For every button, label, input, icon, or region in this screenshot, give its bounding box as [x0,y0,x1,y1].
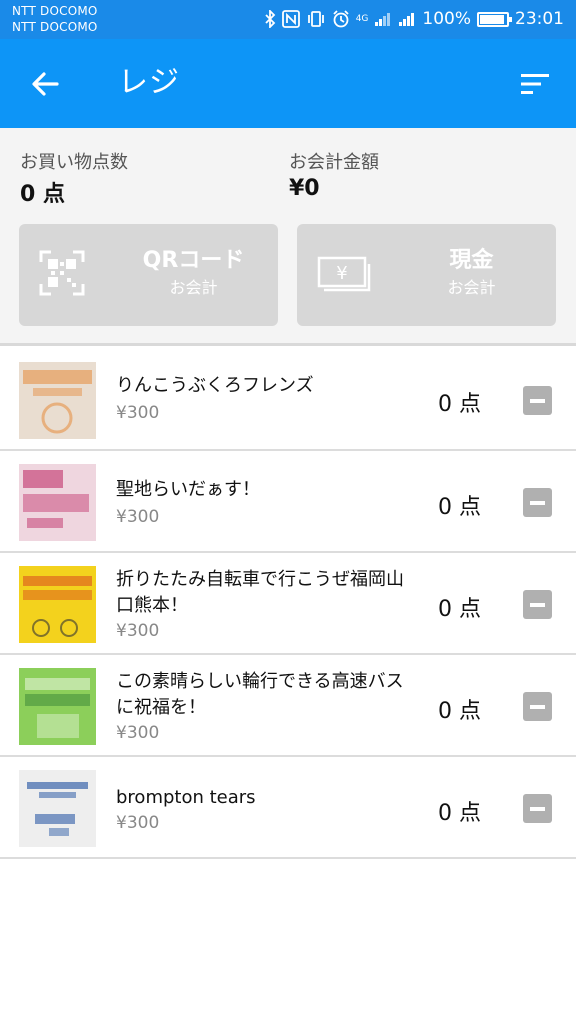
product-quantity: 0 点 [438,699,481,724]
sort-icon [521,74,549,94]
network-icon: 4G [356,9,369,29]
product-thumbnail [19,566,96,643]
carrier-2: NTT DOCOMO [12,20,98,34]
qr-payment-button[interactable]: QRコード お会計 [19,224,278,326]
order-summary: お買い物点数 0 点 お会計金額 ¥0 QRコード お会計 ¥ 現金 お会計 [0,128,576,346]
items-count-value: 0 点 [20,182,65,207]
status-icons: 4G 100% 23:01 [264,8,564,30]
product-thumbnail [19,464,96,541]
qr-payment-subtitle: お会計 [169,278,218,297]
decrement-button[interactable] [523,386,552,415]
signal-icon [374,9,392,29]
signal-icon-2 [398,9,416,29]
product-name: 折りたたみ自転車で行こうぜ福岡山口熊本！ [116,569,404,616]
minus-icon [530,500,545,505]
product-name: りんこうぶくろフレンズ [116,375,314,396]
cash-icon: ¥ [317,256,371,292]
alarm-icon [332,9,350,29]
decrement-button[interactable] [523,590,552,619]
list-item[interactable]: 聖地らいだぁす！ ¥300 0 点 [0,451,576,553]
product-thumbnail [19,362,96,439]
page-title: レジ [118,65,180,100]
product-name: この素晴らしい輪行できる高速バスに祝福を！ [116,671,404,718]
product-list: りんこうぶくろフレンズ ¥300 0 点 聖地らいだぁす！ ¥300 0 点 折… [0,349,576,859]
list-item[interactable]: 折りたたみ自転車で行こうぜ福岡山口熊本！ ¥300 0 点 [0,553,576,655]
decrement-button[interactable] [523,488,552,517]
cash-payment-button[interactable]: ¥ 現金 お会計 [297,224,556,326]
product-thumbnail [19,668,96,745]
product-price: ¥300 [116,723,160,743]
product-quantity: 0 点 [438,495,481,520]
product-name: brompton tears [116,787,256,808]
product-quantity: 0 点 [438,597,481,622]
battery-level [480,14,504,24]
total-amount-value: ¥0 [289,176,320,201]
product-thumbnail [19,770,96,847]
back-button[interactable] [22,61,68,107]
minus-icon [530,602,545,607]
arrow-left-icon [32,72,59,96]
carrier-1: NTT DOCOMO [12,4,98,18]
list-item[interactable]: りんこうぶくろフレンズ ¥300 0 点 [0,349,576,451]
vibrate-icon [306,9,326,29]
minus-icon [530,398,545,403]
product-price: ¥300 [116,403,160,423]
clock: 23:01 [515,9,564,29]
decrement-button[interactable] [523,794,552,823]
status-bar: NTT DOCOMO NTT DOCOMO 4G 100% 23:01 [0,0,576,39]
qr-code-icon [39,250,85,296]
svg-text:¥: ¥ [336,263,347,284]
battery-icon [477,11,512,27]
sort-button[interactable] [512,61,558,107]
cash-payment-title: 現金 [449,248,494,273]
minus-icon [530,806,545,811]
cash-payment-subtitle: お会計 [447,278,496,297]
list-item[interactable]: brompton tears ¥300 0 点 [0,757,576,859]
bluetooth-icon [264,9,276,29]
product-price: ¥300 [116,507,160,527]
carrier-labels: NTT DOCOMO NTT DOCOMO [12,3,98,35]
app-bar: レジ [0,39,576,128]
product-quantity: 0 点 [438,392,481,417]
nfc-icon [281,9,300,29]
decrement-button[interactable] [523,692,552,721]
qr-payment-title: QRコード [142,248,245,273]
total-amount-label: お会計金額 [289,152,379,173]
list-item[interactable]: この素晴らしい輪行できる高速バスに祝福を！ ¥300 0 点 [0,655,576,757]
battery-percent: 100% [422,9,471,29]
product-quantity: 0 点 [438,801,481,826]
minus-icon [530,704,545,709]
items-count-label: お買い物点数 [20,152,128,173]
product-price: ¥300 [116,813,160,833]
product-price: ¥300 [116,621,160,641]
network-label: 4G [355,13,369,24]
product-name: 聖地らいだぁす！ [116,479,260,500]
